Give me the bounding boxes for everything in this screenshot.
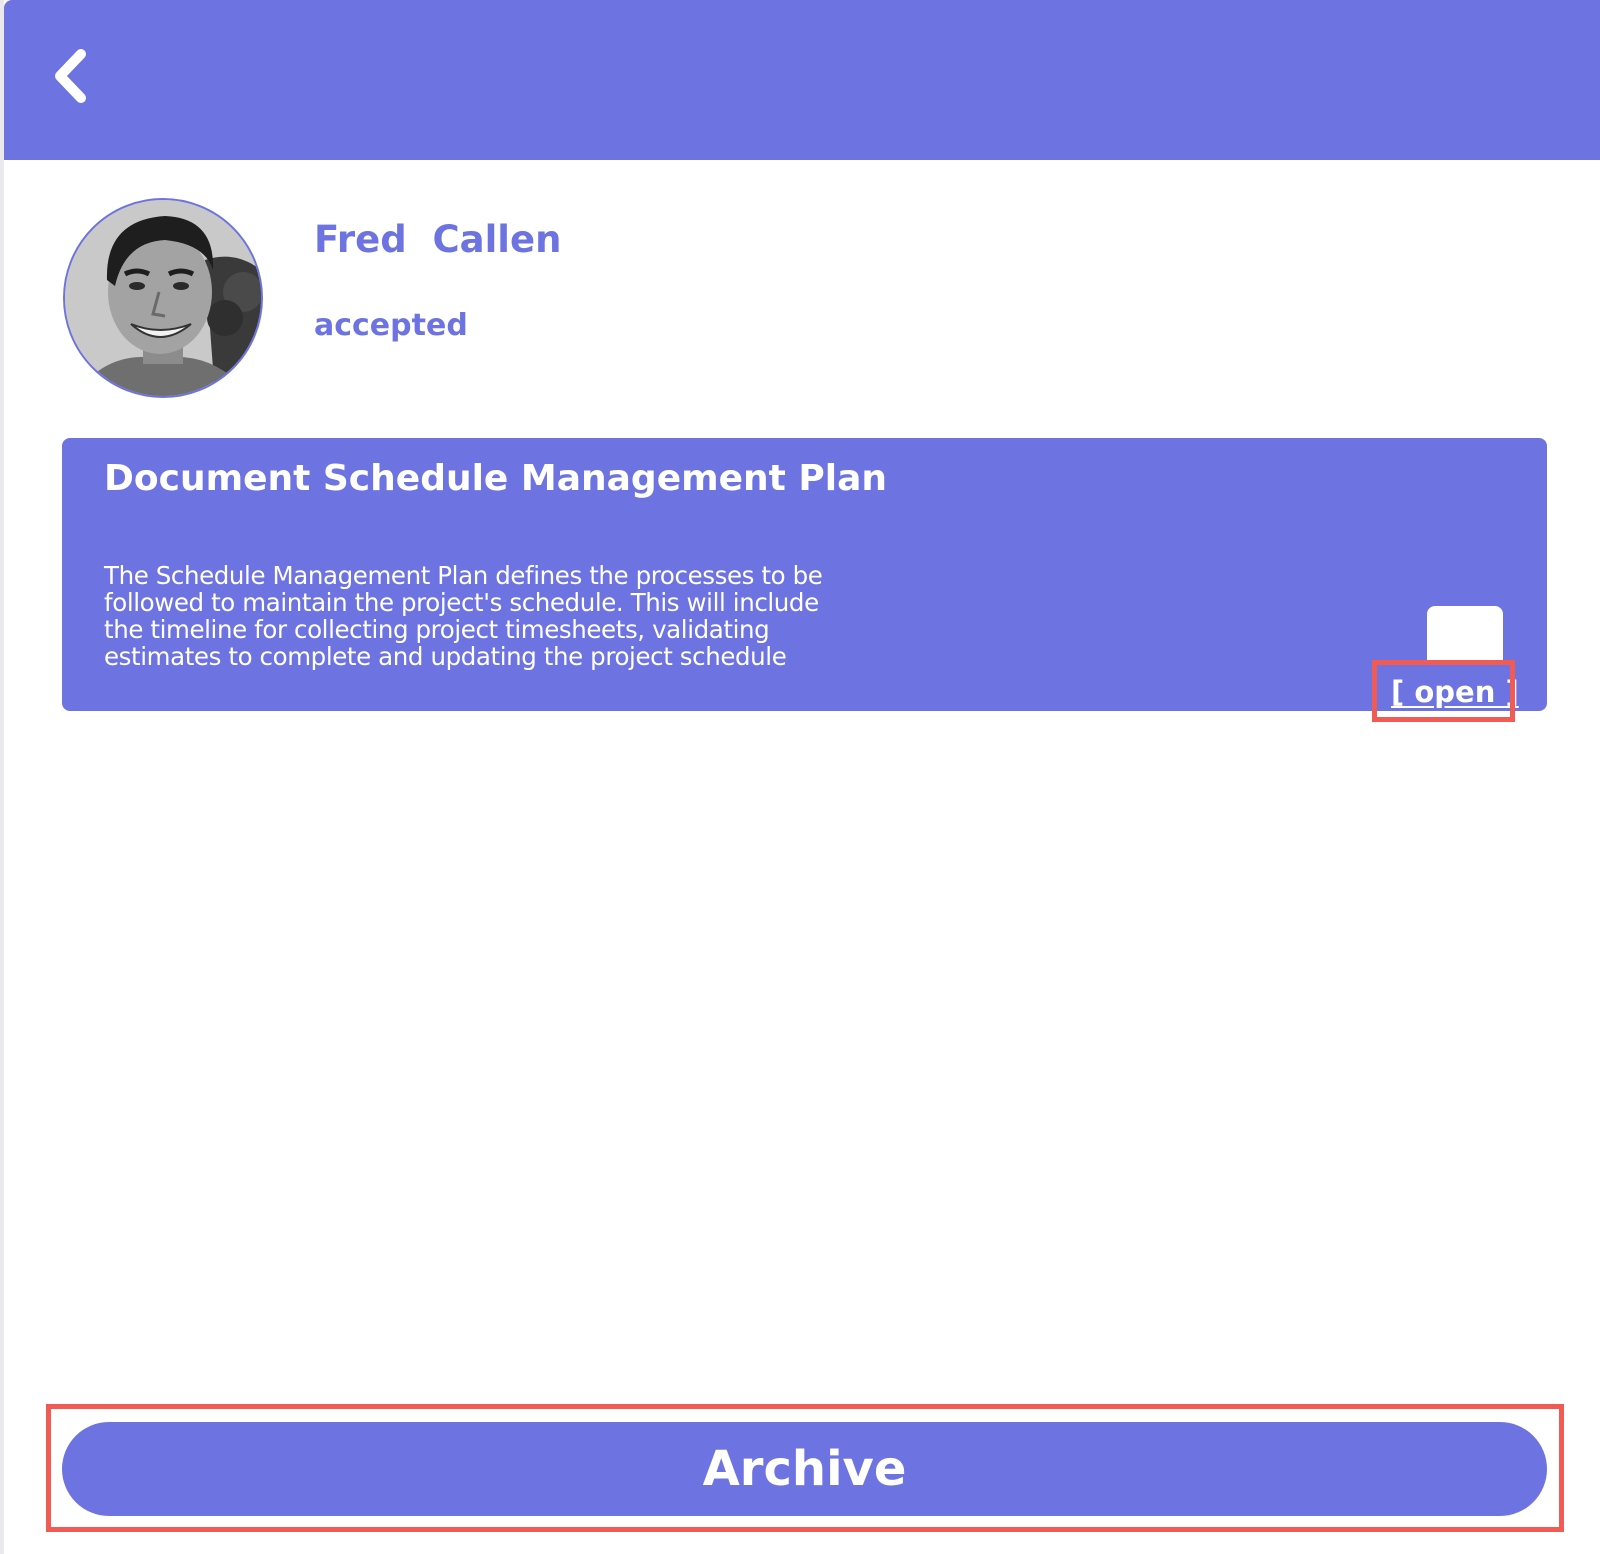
app-window: Fred Callen accepted Document Schedule M… bbox=[0, 0, 1600, 1554]
archive-button[interactable]: Archive bbox=[62, 1422, 1547, 1516]
task-description: The Schedule Management Plan defines the… bbox=[104, 561, 823, 671]
header-bar bbox=[4, 0, 1600, 160]
avatar bbox=[63, 198, 263, 398]
user-status: accepted bbox=[314, 308, 468, 343]
task-toggle-tab[interactable] bbox=[1427, 606, 1503, 662]
task-title: Document Schedule Management Plan bbox=[104, 458, 888, 499]
task-card: Document Schedule Management Plan The Sc… bbox=[62, 438, 1547, 711]
open-link[interactable]: [ open ] bbox=[1391, 675, 1519, 709]
window-edge bbox=[0, 0, 4, 1554]
back-button[interactable] bbox=[44, 46, 96, 110]
chevron-left-icon bbox=[50, 48, 90, 108]
user-name: Fred Callen bbox=[314, 218, 562, 261]
